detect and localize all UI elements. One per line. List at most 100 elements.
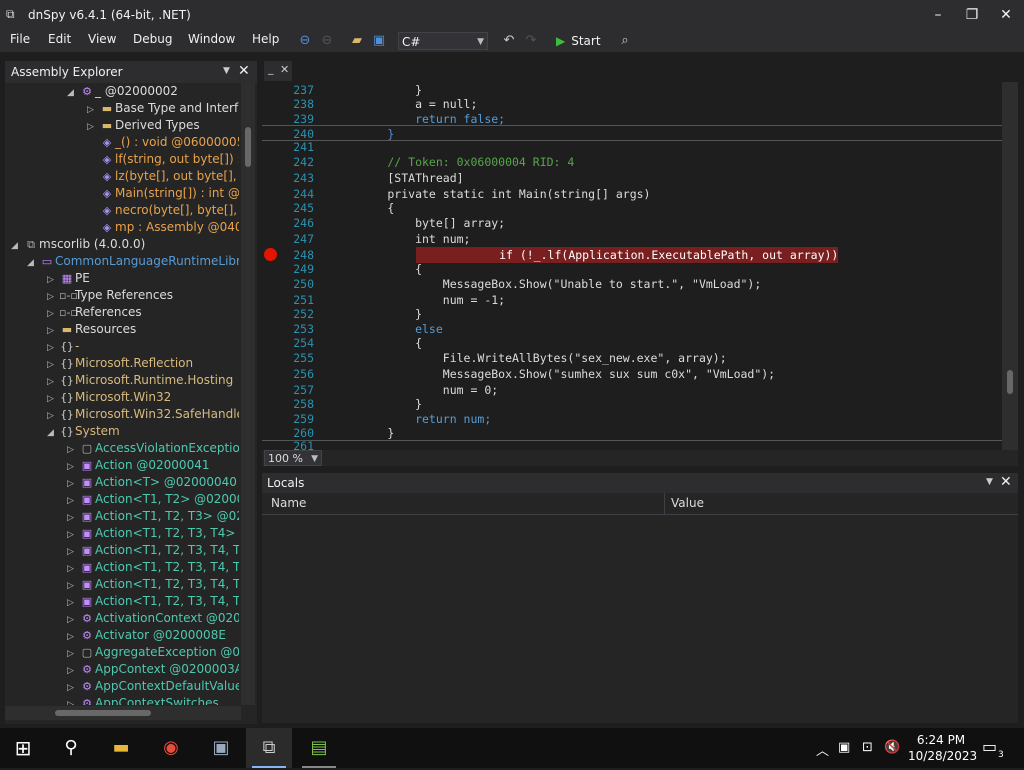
document-tab[interactable]: _ ✕ xyxy=(264,61,292,81)
app-button[interactable]: ▣ xyxy=(198,728,244,768)
tree-node[interactable]: ◢ ▭ CommonLanguageRuntimeLibra xyxy=(27,253,239,270)
notepad-button[interactable]: ▤ xyxy=(296,728,342,768)
tree-node[interactable]: ▷▣Action<T1, T2, T3, T4, T5, T xyxy=(67,559,239,576)
tree-node[interactable]: ▷ {}Microsoft.Runtime.Hosting xyxy=(47,372,233,389)
close-panel-icon[interactable]: ✕ xyxy=(1000,474,1012,490)
folder-icon: ▬ xyxy=(61,323,73,336)
collapse-icon[interactable]: ◢ xyxy=(67,85,79,102)
tree-node[interactable]: ▷ ▣ Action<T> @02000040 xyxy=(67,474,237,491)
start-menu-button[interactable]: ⊞ xyxy=(0,728,46,768)
clock[interactable]: 6:24 PM 10/28/2023 xyxy=(908,732,977,764)
navigate-forward-icon[interactable]: ⊖ xyxy=(318,32,336,50)
redo-icon[interactable]: ↷ xyxy=(522,32,540,50)
start-button[interactable]: ▶ Start xyxy=(556,32,601,50)
save-icon[interactable]: ▣ xyxy=(370,32,388,50)
tree-vertical-scrollbar[interactable] xyxy=(241,83,255,705)
close-tab-icon[interactable]: ✕ xyxy=(280,63,289,76)
code-line: 247 int num; xyxy=(262,231,1002,247)
tree-node[interactable]: ▷ ▫‐▫Type References xyxy=(47,287,173,304)
tree-node[interactable]: ▷ ▫‐▫References xyxy=(47,304,142,321)
tree-node[interactable]: ◈ Main(string[]) : int @0 xyxy=(99,185,239,202)
tree-node[interactable]: ▷▣Action<T1, T2, T3> @0200 xyxy=(67,508,239,525)
network-icon[interactable]: ⊡ xyxy=(862,740,873,755)
tree-node-label: AggregateException @020 xyxy=(95,645,239,659)
tree-node[interactable]: ▷ {}Microsoft.Win32 xyxy=(47,389,171,406)
code-editor[interactable]: 237 } 238 a = null; 239 return false; 24… xyxy=(262,82,1002,450)
document-tab-strip: _ ✕ xyxy=(262,61,1020,81)
tree-node[interactable]: ◈ necro(byte[], byte[], in xyxy=(99,202,239,219)
tree-node[interactable]: ◢ ⧉ mscorlib (4.0.0.0) xyxy=(11,236,145,253)
class-icon: ⚙ xyxy=(82,697,92,705)
panel-menu-icon[interactable]: ▼ xyxy=(986,477,993,487)
tree-node[interactable]: ▷▣Action<T1, T2, T3, T4, T5, T xyxy=(67,576,239,593)
tree-node[interactable]: ▷ ⚙ AppContextDefaultValues xyxy=(67,678,239,695)
menu-view[interactable]: View xyxy=(88,32,116,46)
tree-node[interactable]: ▷ {}Microsoft.Win32.SafeHandles xyxy=(47,406,239,423)
tray-app-icon[interactable]: ▣ xyxy=(838,740,850,755)
volume-muted-icon[interactable]: 🔇 xyxy=(884,740,900,755)
tree-node[interactable]: ▷ ⚙ AppContextSwitches xyxy=(67,695,219,705)
menu-window[interactable]: Window xyxy=(188,32,235,46)
tree-node[interactable]: ▷▣Action<T1, T2> @0200004 xyxy=(67,491,239,508)
tree-node[interactable]: ▷ ⚙ AppContext @0200003A xyxy=(67,661,239,678)
collapse-icon[interactable]: ◢ xyxy=(27,255,39,272)
collapse-icon[interactable]: ◢ xyxy=(47,425,59,442)
notifications-icon[interactable]: ▭ xyxy=(982,737,997,756)
tree-node[interactable]: ▷▢AggregateException @020 xyxy=(67,644,239,661)
file-explorer-button[interactable]: ▬ xyxy=(98,728,144,768)
tree-node[interactable]: ▷ {}- xyxy=(47,338,79,355)
tree-node[interactable]: ▷ ▦ PE xyxy=(47,270,90,287)
line-number: 250 xyxy=(293,277,314,291)
column-header-name[interactable]: Name xyxy=(271,496,306,510)
tree-node[interactable]: ◢ {}System xyxy=(47,423,120,440)
assembly-explorer-header: Assembly Explorer ▼ ✕ xyxy=(5,61,257,83)
zoom-select[interactable]: 100 % ▼ xyxy=(264,450,322,466)
scrollbar-thumb[interactable] xyxy=(55,710,151,716)
delegate-icon: ▣ xyxy=(81,459,93,472)
undo-icon[interactable]: ↶ xyxy=(500,32,518,50)
search-icon[interactable]: ⌕ xyxy=(616,32,634,50)
tree-node[interactable]: ▷ ▬ Base Type and Interfac xyxy=(87,100,239,117)
chrome-button[interactable]: ◉ xyxy=(148,728,194,768)
tree-node[interactable]: ▷ {}Microsoft.Reflection xyxy=(47,355,193,372)
menu-debug[interactable]: Debug xyxy=(133,32,172,46)
menu-help[interactable]: Help xyxy=(252,32,279,46)
tree-node[interactable]: ▷▣Action<T1, T2, T3, T4> @0 xyxy=(67,525,239,542)
tree-node[interactable]: ▷ ▬ Derived Types xyxy=(87,117,200,134)
tree-node[interactable]: ◈lf(string, out byte[]) : b xyxy=(99,151,239,168)
expand-icon[interactable]: ▷ xyxy=(87,119,99,136)
tree-node[interactable]: ▷ ▣ Action @02000041 xyxy=(67,457,209,474)
tree-node[interactable]: ▷ ⚙ ActivationContext @0200 xyxy=(67,610,239,627)
scrollbar-thumb[interactable] xyxy=(245,127,251,167)
tree-node[interactable]: ◢ ⚙ _ @02000002 xyxy=(67,83,178,100)
collapse-icon[interactable]: ◢ xyxy=(11,238,23,255)
expand-icon[interactable]: ▷ xyxy=(67,697,79,705)
tree-node[interactable]: ◈ mp : Assembly @0400 xyxy=(99,219,239,236)
scrollbar-thumb[interactable] xyxy=(1007,370,1013,394)
tree-node[interactable]: ◈ lz(byte[], out byte[], in xyxy=(99,168,239,185)
tree-node[interactable]: ▷ ⚙ Activator @0200008E xyxy=(67,627,226,644)
close-button[interactable]: ✕ xyxy=(992,4,1020,26)
chevron-up-icon[interactable]: ︿ xyxy=(816,740,829,759)
tree-node[interactable]: ▷ ▢ AccessViolationException xyxy=(67,440,239,457)
tree-node[interactable]: ▷▣Action<T1, T2, T3, T4, T5> xyxy=(67,542,239,559)
minimize-button[interactable]: – xyxy=(924,4,952,26)
close-panel-icon[interactable]: ✕ xyxy=(238,63,250,79)
column-divider[interactable] xyxy=(664,493,665,514)
panel-menu-icon[interactable]: ▼ xyxy=(223,66,230,76)
menu-file[interactable]: File xyxy=(10,32,30,46)
language-select[interactable]: C# ▼ xyxy=(398,32,488,50)
search-button[interactable]: ⚲ xyxy=(48,728,94,768)
menu-edit[interactable]: Edit xyxy=(48,32,71,46)
open-folder-icon[interactable]: ▰ xyxy=(348,32,366,50)
restore-button[interactable]: ❐ xyxy=(958,4,986,26)
delegate-icon: ▣ xyxy=(81,527,93,540)
tree-node[interactable]: ▷▣Action<T1, T2, T3, T4, T5, T xyxy=(67,593,239,610)
column-header-value[interactable]: Value xyxy=(671,496,704,510)
tree-horizontal-scrollbar[interactable] xyxy=(5,706,241,720)
navigate-back-icon[interactable]: ⊖ xyxy=(296,32,314,50)
tree-node[interactable]: ◈ _() : void @06000005 xyxy=(99,134,239,151)
tree-node[interactable]: ▷ ▬ Resources xyxy=(47,321,136,338)
editor-vertical-scrollbar[interactable] xyxy=(1002,82,1018,450)
dnspy-taskbar-button[interactable]: ⧉ xyxy=(246,728,292,768)
